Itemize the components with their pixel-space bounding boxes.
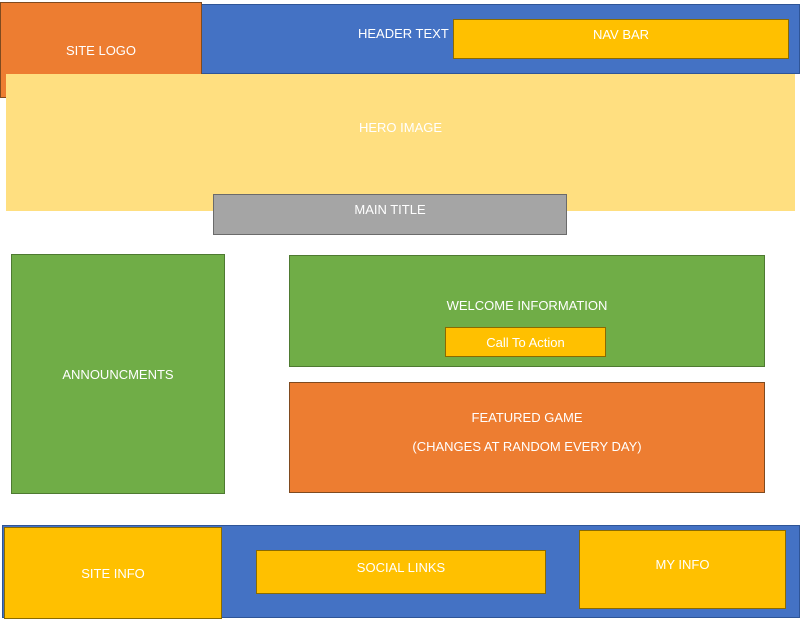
my-info-panel[interactable]: MY INFO [579, 530, 786, 609]
site-info-label: SITE INFO [81, 565, 145, 581]
social-links-label: SOCIAL LINKS [356, 560, 446, 575]
my-info-label: MY INFO [655, 557, 710, 572]
social-links-panel[interactable]: SOCIAL LINKS [256, 550, 546, 594]
announcements-label: ANNOUNCMENTS [62, 366, 174, 382]
header-text: HEADER TEXT [358, 26, 449, 41]
main-title: MAIN TITLE [213, 194, 567, 235]
featured-game-panel[interactable]: FEATURED GAME (CHANGES AT RANDOM EVERY D… [289, 382, 765, 493]
main-title-label: MAIN TITLE [354, 202, 426, 217]
site-info-panel[interactable]: SITE INFO [4, 527, 222, 619]
hero-image-label: HERO IMAGE [358, 120, 443, 135]
featured-game-note: (CHANGES AT RANDOM EVERY DAY) [412, 439, 642, 454]
nav-bar[interactable]: NAV BAR [453, 19, 789, 59]
hero-image: HERO IMAGE [6, 74, 795, 211]
announcements-panel: ANNOUNCMENTS [11, 254, 225, 494]
site-logo-label: SITE LOGO [65, 42, 137, 58]
nav-bar-label: NAV BAR [592, 27, 650, 42]
call-to-action-label: Call To Action [486, 334, 565, 350]
welcome-label: WELCOME INFORMATION [446, 298, 608, 313]
call-to-action-button[interactable]: Call To Action [445, 327, 606, 357]
featured-game-title: FEATURED GAME [471, 410, 583, 425]
